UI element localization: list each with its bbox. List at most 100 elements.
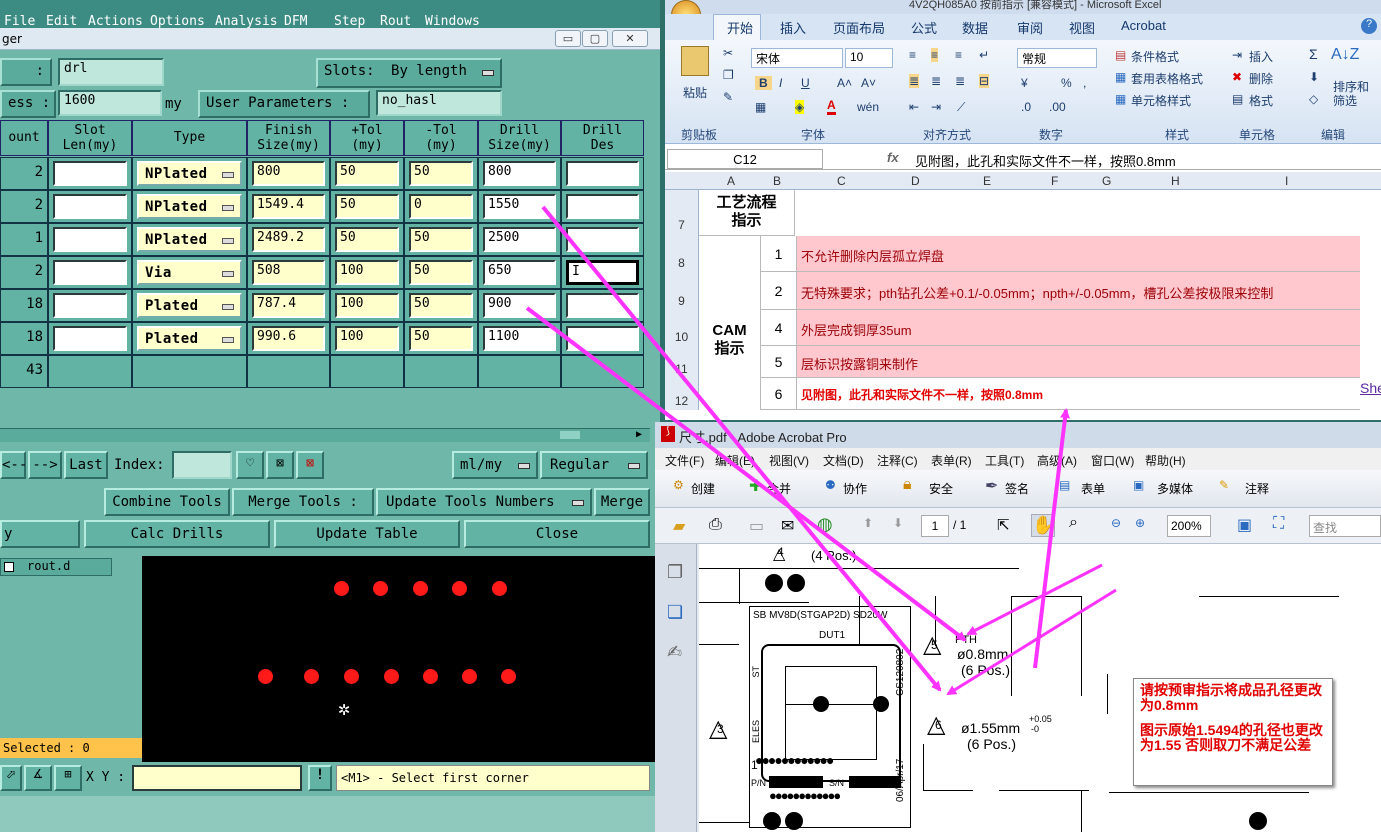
menu-rout[interactable]: Rout <box>380 14 411 29</box>
row-8-header[interactable]: 8 <box>665 236 699 272</box>
sign-button[interactable]: 签名 <box>1005 480 1029 497</box>
comment-note[interactable]: 请按预审指示将成品孔径更改为0.8mm 图示原始1.5494的孔径也更改为1.5… <box>1133 678 1333 786</box>
tab-view[interactable]: 视图 <box>1069 18 1095 37</box>
full-screen-icon[interactable]: ⛶ <box>1273 515 1284 533</box>
scroll-right-icon[interactable]: ▶ <box>636 429 648 441</box>
slot-input[interactable] <box>53 194 127 219</box>
name-box[interactable]: C12 <box>667 149 823 169</box>
drill-input[interactable]: 1100 <box>483 326 556 351</box>
slot-input[interactable] <box>53 260 127 285</box>
security-button[interactable]: 安全 <box>929 480 953 497</box>
col-f[interactable]: F <box>1051 174 1058 188</box>
currency-icon[interactable]: ¥ <box>1021 76 1028 90</box>
type-selector[interactable]: NPlated <box>137 194 242 219</box>
sheet-grid[interactable]: 7 工艺流程 指示 CAM 指示 8 1 不允许删除内层孤立焊盘 9 2 无特殊要求；pt… <box>665 190 1381 420</box>
layer-chip[interactable]: rout.d <box>0 558 112 576</box>
tool-icon-2[interactable]: ∡ <box>24 765 52 791</box>
tab-review[interactable]: 审阅 <box>1017 18 1043 37</box>
menu-step[interactable]: Step <box>334 14 365 29</box>
slot-input[interactable] <box>53 227 127 252</box>
tab-formulas[interactable]: 公式 <box>911 18 937 37</box>
menu-document[interactable]: 文档(D) <box>823 452 864 469</box>
menu-file[interactable]: 文件(F) <box>665 452 704 469</box>
menu-edit[interactable]: 编辑(E) <box>715 452 755 469</box>
tab-home[interactable]: 开始 <box>727 18 753 37</box>
decrease-indent-icon[interactable]: ⇤ <box>909 100 919 114</box>
next-button[interactable]: --> <box>28 451 62 479</box>
finish-input[interactable]: 1549.4 <box>252 194 325 219</box>
des-input[interactable] <box>566 326 639 351</box>
open-icon[interactable]: ▰ <box>673 516 685 536</box>
collaborate-button[interactable]: 协作 <box>843 480 867 497</box>
ptol-input[interactable]: 100 <box>335 326 399 351</box>
align-middle-icon[interactable]: ≡ <box>931 48 939 62</box>
fill-icon[interactable]: ⬇ <box>1309 70 1319 84</box>
mtol-input[interactable]: 50 <box>409 161 473 186</box>
page-number-input[interactable]: 1 <box>921 515 949 537</box>
instruction-index[interactable]: 2 <box>761 272 797 310</box>
help-icon[interactable]: ? <box>1361 18 1377 34</box>
row-10-header[interactable]: 10 <box>665 310 699 346</box>
minimize-button[interactable]: ▭ <box>555 30 581 47</box>
close-window-button[interactable]: ✕ <box>612 30 648 47</box>
align-bottom-icon[interactable]: ≡ <box>955 48 962 62</box>
bold-icon[interactable]: B <box>755 76 772 90</box>
menu-windows[interactable]: Windows <box>425 14 480 29</box>
instruction-index[interactable]: 6 <box>761 378 797 410</box>
search-field[interactable]: 查找 <box>1309 515 1381 537</box>
finish-input[interactable]: 787.4 <box>252 293 325 318</box>
menu-help[interactable]: 帮助(H) <box>1145 452 1186 469</box>
tab-insert[interactable]: 插入 <box>780 18 806 37</box>
tool-icon-1[interactable]: ⬀ <box>0 765 22 791</box>
units-selector[interactable]: ml/my <box>452 451 538 479</box>
slot-input[interactable] <box>53 161 127 186</box>
apply-button[interactable]: y <box>0 520 80 548</box>
des-input[interactable]: I <box>566 260 639 285</box>
ptol-input[interactable]: 50 <box>335 227 399 252</box>
insert-cells-button[interactable]: 插入 <box>1249 48 1273 65</box>
close-button[interactable]: Close <box>464 520 650 548</box>
combine-tools-button[interactable]: Combine Tools <box>104 488 230 516</box>
align-center-icon[interactable]: ≣ <box>931 74 941 88</box>
function-icon[interactable]: fx <box>887 150 899 165</box>
menu-window[interactable]: 窗口(W) <box>1091 452 1134 469</box>
percent-icon[interactable]: % <box>1061 76 1072 90</box>
number-format-box[interactable]: 常规 <box>1017 48 1097 68</box>
sheet-link[interactable]: She <box>1360 380 1381 404</box>
increase-indent-icon[interactable]: ⇥ <box>931 100 941 114</box>
format-painter-icon[interactable]: ✎ <box>723 90 733 104</box>
signatures-icon[interactable]: ✍ <box>667 642 682 663</box>
sort-icon[interactable]: A↓Z <box>1331 46 1359 64</box>
scroll-thumb[interactable] <box>560 431 580 439</box>
mtol-input[interactable]: 50 <box>409 293 473 318</box>
row-12-header[interactable]: 12 <box>665 378 699 410</box>
forms-button[interactable]: 表单 <box>1081 480 1105 497</box>
des-input[interactable] <box>566 194 639 219</box>
calc-drills-button[interactable]: Calc Drills <box>84 520 270 548</box>
instruction-cell[interactable]: 外层完成铜厚35um <box>797 310 1360 346</box>
email-icon[interactable]: ✉ <box>781 516 794 536</box>
ptol-input[interactable]: 50 <box>335 161 399 186</box>
drill-input[interactable]: 650 <box>483 260 556 285</box>
phonetic-icon[interactable]: wén <box>857 100 879 114</box>
layer-field[interactable]: drl <box>58 58 164 86</box>
index-field[interactable] <box>172 451 232 479</box>
ptol-input[interactable]: 50 <box>335 194 399 219</box>
autosum-icon[interactable]: Σ <box>1309 46 1318 62</box>
mtol-input[interactable]: 50 <box>409 260 473 285</box>
shrink-font-icon[interactable]: A˅ <box>861 76 876 90</box>
user-parameters-field[interactable]: no_hasl <box>376 90 502 116</box>
col-e[interactable]: E <box>983 174 991 188</box>
select-tool-icon[interactable]: ⇱ <box>997 516 1010 534</box>
grid-icon[interactable]: ⊞ <box>54 765 82 791</box>
table-hscrollbar[interactable]: ▶ <box>0 428 650 442</box>
finish-input[interactable]: 800 <box>252 161 325 186</box>
row-9-header[interactable]: 9 <box>665 272 699 310</box>
tab-data[interactable]: 数据 <box>962 18 988 37</box>
grow-font-icon[interactable]: A˄ <box>837 76 852 90</box>
sort-filter-button[interactable]: 排序和 筛选 <box>1333 80 1369 108</box>
globe-icon[interactable]: ◍ <box>817 514 833 535</box>
zoom-out-icon[interactable]: ⊖ <box>1111 516 1121 530</box>
cut-icon[interactable]: ✂ <box>723 46 733 60</box>
drill-input[interactable]: 2500 <box>483 227 556 252</box>
